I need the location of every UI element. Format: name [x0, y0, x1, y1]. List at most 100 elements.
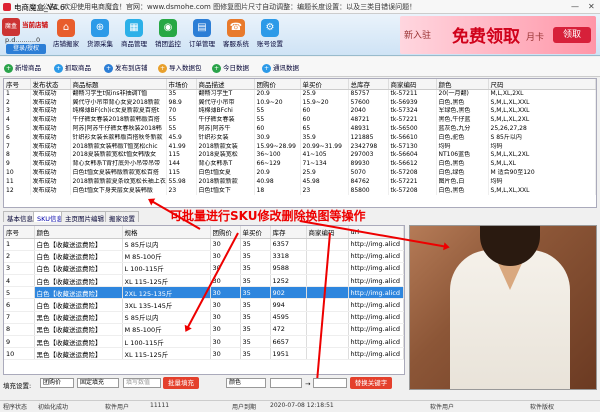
sku-row[interactable]: 7 黑色【收藏送运费险】 S 85斤以内 30 35 4595 http://img.ali… — [4, 311, 404, 324]
tab-3[interactable]: 搬家设置 — [105, 211, 139, 223]
table-row[interactable]: 3 发布成功 纯棉薄BF(ch)ic女夏新款夏百搭t 70 纯棉薄BFchi 55 60 20… — [4, 107, 596, 117]
table-row[interactable]: 1 发布成功 翻畅习学生t侃ins非抽调T恤 35 翻畅习学生T 20.9 25.9 8575… — [4, 89, 596, 99]
sku-cell[interactable]: 35 — [240, 347, 271, 361]
sku-cell[interactable] — [306, 323, 349, 337]
sku-cell[interactable]: 3318 — [270, 250, 307, 263]
table-row[interactable]: 8 发布成功 2018夏装新款宽松t恤女韩版女 115 2018夏装宽松 36~100 41… — [4, 151, 596, 161]
sku-cell[interactable]: 35 — [240, 298, 271, 312]
products-grid[interactable]: 序号 发布状态 商品标题 市场价 商品描述 团购价 单买价 总库存 商家编码 颜色 尺码 1 发布成功… — [3, 78, 597, 208]
table-row[interactable]: 5 发布成功 阿苏|阿苏牛仔裤女春秋装2018韩 55 阿苏|阿苏牛 60 65 48931 t… — [4, 124, 596, 134]
sku-cell[interactable]: 35 — [240, 238, 271, 251]
table-row[interactable]: 9 发布成功 背心女韩系T背打底外小吊带吊带 144 背心女韩系T 66~129 71~13… — [4, 160, 596, 169]
sku-cell[interactable]: 35 — [240, 274, 271, 288]
sku-cell[interactable]: 902 — [270, 286, 307, 300]
sku-cell[interactable]: 30 — [210, 335, 241, 349]
login-button[interactable]: 登录/授权 — [6, 44, 46, 54]
nav-settings[interactable]: ⚙ 账号设置 — [256, 18, 284, 54]
sku-cell[interactable]: 6657 — [270, 335, 307, 349]
fill-value-input[interactable]: 填写数值 — [123, 378, 161, 388]
sku-row[interactable]: 3白色【收藏送运费险】L 100-115斤30359588http://img.… — [4, 262, 404, 276]
table-row[interactable]: 7 发布成功 2018新款女装韩版T恤宽松chic 41.99 2018新款女装 15.9… — [4, 142, 596, 152]
column-header[interactable]: 尺码 — [488, 79, 596, 90]
nav-collect[interactable]: ⊕ 货源采集 — [86, 18, 114, 54]
table-row[interactable]: 11 发布成功 2018新款新款夏条纹宽松长袖上衣 55.98 2018新款新款 40.9… — [4, 177, 596, 187]
sku-row[interactable]: 6 白色【收藏送运费险】 3XL 135-145斤 30 35 994 http://img… — [4, 298, 404, 312]
sku-cell[interactable]: 6357 — [270, 238, 307, 251]
column-header[interactable]: 团购价 — [254, 79, 301, 90]
sku-cell[interactable]: 30 — [210, 298, 241, 312]
table-row[interactable]: 2 发布成功 翼代守小吊带背心女夏2018新款 98.9 翼代守小吊带 10.9~20 15… — [4, 98, 596, 108]
sku-cell[interactable]: 9588 — [270, 262, 307, 276]
sku-cell[interactable]: 35 — [240, 335, 271, 349]
sku-cell[interactable]: 30 — [210, 311, 241, 324]
column-header[interactable]: 单买价 — [240, 226, 271, 239]
sku-cell[interactable]: 30 — [210, 347, 241, 361]
column-header[interactable]: 颜色 — [436, 79, 489, 90]
column-header[interactable]: 市场价 — [166, 79, 197, 90]
column-header[interactable]: 库存 — [270, 226, 307, 239]
sku-cell[interactable]: 4595 — [270, 311, 307, 324]
nav-store[interactable]: ⌂ 店铺搬家 — [52, 18, 80, 54]
column-header[interactable]: 商品标题 — [70, 79, 167, 90]
product-photo[interactable] — [409, 225, 597, 390]
sku-row[interactable]: 10 黑色【收藏送运费险】 XL 115-125斤 30 35 1951 http://im… — [4, 347, 404, 361]
color-dropdown[interactable]: 颜色 — [226, 378, 266, 388]
tab-2[interactable]: 主页图片编辑 — [61, 211, 108, 223]
promo-claim-button[interactable]: 领取 — [553, 27, 591, 43]
promo-banner[interactable]: 新入驻 免费领取 月卡 领取 — [400, 16, 596, 54]
column-header[interactable]: 商品描述 — [196, 79, 255, 90]
close-button[interactable]: ✕ — [588, 2, 595, 11]
table-row[interactable]: 12 发布成功 白色t恤女下身夹层女夏装韩版 23 白色t恤女下 18 23 85800 tk-… — [4, 186, 596, 196]
sku-cell[interactable]: 1951 — [270, 347, 307, 361]
sku-row[interactable]: 4 白色【收藏送运费险】 XL 115-125斤 30 35 1252 http://img… — [4, 274, 404, 288]
sku-cell[interactable]: 35 — [240, 250, 271, 263]
sku-cell[interactable]: 994 — [270, 298, 307, 312]
column-header[interactable]: 单买价 — [300, 79, 349, 90]
sku-cell[interactable]: 30 — [210, 286, 241, 300]
nav-orders[interactable]: ▤ 订单管理 — [188, 18, 216, 54]
toolbar-grab-button[interactable]: + 抓取商品 — [54, 62, 91, 73]
fill-mode-dropdown[interactable]: 固定填充 — [77, 378, 119, 388]
nav-service[interactable]: ☎ 客服系统 — [222, 18, 250, 54]
sku-cell[interactable]: 35 — [240, 323, 271, 337]
tab-0[interactable]: 基本信息 — [3, 211, 37, 223]
table-row[interactable]: 6 发布成功 针织衫女装长款韩版百搭秋冬新款 45.9 针织衫女装 30.9 35.9 121… — [4, 133, 596, 143]
column-header[interactable]: 颜色 — [34, 226, 123, 239]
minimize-button[interactable]: — — [571, 2, 579, 11]
fill-field-dropdown[interactable]: 团购价 — [40, 378, 74, 388]
sku-cell[interactable]: 1252 — [270, 274, 307, 288]
toolbar-import-button[interactable]: + 导入数据包 — [158, 62, 202, 73]
sku-row[interactable]: 8 黑色【收藏送运费险】 M 85-100斤 30 35 472 http://img.al… — [4, 323, 404, 337]
column-header[interactable]: 发布状态 — [30, 79, 71, 90]
sku-cell[interactable] — [306, 335, 349, 349]
table-row[interactable]: 10 发布成功 白色t恤女夏装韩版新款宽松百搭 115 白色t恤女夏 20.9 25.9 50… — [4, 168, 596, 178]
toolbar-publish-button[interactable]: + 发布到店铺 — [104, 62, 148, 73]
sku-cell[interactable]: 30 — [210, 323, 241, 337]
batch-fill-button[interactable]: 批量填充 — [163, 377, 199, 389]
column-header[interactable]: 总库存 — [348, 79, 389, 90]
toolbar-comm-button[interactable]: + 通讯数据 — [262, 62, 299, 73]
sku-grid[interactable]: 序号颜色规格团购价单买价库存商家编码url 1白色【收藏送运费险】S 85斤以内… — [3, 225, 405, 375]
nav-goods[interactable]: ▦ 商品管理 — [120, 18, 148, 54]
sku-cell[interactable] — [306, 286, 349, 300]
column-header[interactable]: 序号 — [4, 226, 35, 239]
toolbar-add-button[interactable]: + 新增商品 — [4, 62, 41, 73]
replace-input[interactable] — [313, 378, 347, 388]
sku-cell[interactable]: 35 — [240, 262, 271, 276]
column-header[interactable]: 序号 — [4, 79, 31, 90]
nav-monitor[interactable]: ◉ 销团监控 — [154, 18, 182, 54]
table-row[interactable]: 4 发布成功 牛仔裤女春装2018新款韩版百搭 55 牛仔裤女春装 55 60 48721 tk… — [4, 116, 596, 125]
sku-cell[interactable] — [306, 311, 349, 324]
sku-row[interactable]: 9 黑色【收藏送运费险】 L 100-115斤 30 35 6657 http://img.… — [4, 335, 404, 349]
toolbar-today-button[interactable]: + 今日数据 — [212, 62, 249, 73]
sku-cell[interactable] — [306, 347, 349, 361]
sku-row[interactable]: 2 白色【收藏送运费险】 M 85-100斤 30 35 3318 http://img.a… — [4, 250, 404, 263]
find-input[interactable] — [270, 378, 302, 388]
sku-cell[interactable]: 35 — [240, 286, 271, 300]
sku-row[interactable]: 1 白色【收藏送运费险】 S 85斤以内 30 35 6357 http://img.ali… — [4, 238, 404, 251]
replace-keyword-button[interactable]: 替换关键字 — [350, 377, 392, 389]
sku-cell[interactable] — [306, 298, 349, 312]
sku-cell[interactable]: 472 — [270, 323, 307, 337]
column-header[interactable]: 商家编码 — [388, 79, 437, 90]
sku-cell[interactable]: 35 — [240, 311, 271, 324]
